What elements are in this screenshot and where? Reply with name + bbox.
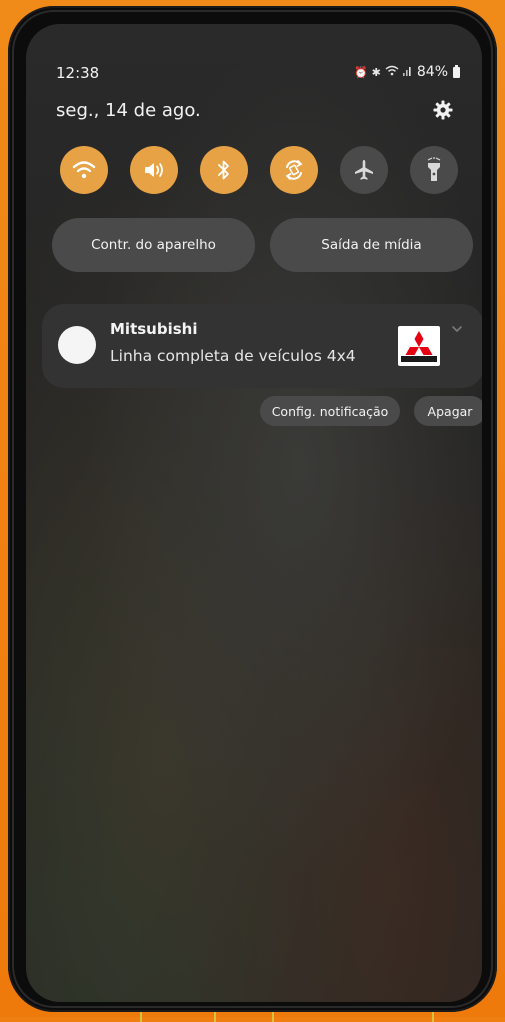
alarm-icon: ⏰ [353,65,368,79]
settings-gear-icon[interactable] [432,99,454,121]
bluetooth-icon: ✱ [371,65,381,79]
sound-toggle[interactable] [130,146,178,194]
bluetooth-icon [218,160,229,180]
flashlight-toggle[interactable] [410,146,458,194]
notification-card[interactable]: Mitsubishi Linha completa de veículos 4x… [42,304,482,388]
signal-icon [402,65,413,79]
wifi-icon [385,65,399,79]
app-icon [58,326,96,364]
wifi-toggle[interactable] [60,146,108,194]
status-time: 12:38 [56,64,100,82]
flashlight-icon [427,157,441,181]
status-icons: ⏰ ✱ 84% [354,64,460,80]
battery-percent: 84% [416,64,448,80]
media-output-button[interactable]: Saída de mídia [270,218,473,272]
airplane-mode-toggle[interactable] [340,146,388,194]
notification-panel: 12:38 ⏰ ✱ 84% seg., 14 de ago. Contr. do… [26,24,482,1002]
auto-rotate-toggle[interactable] [270,146,318,194]
wifi-icon [72,161,96,179]
quick-toggles [60,146,458,194]
clear-button[interactable]: Apagar [414,396,482,426]
notification-app-name: Mitsubishi [110,320,198,338]
chevron-down-icon[interactable] [450,324,464,334]
sound-icon [145,163,163,177]
bluetooth-toggle[interactable] [200,146,248,194]
notification-text: Linha completa de veículos 4x4 [110,347,356,365]
battery-icon [453,64,460,78]
device-control-button[interactable]: Contr. do aparelho [52,218,255,272]
date-text: seg., 14 de ago. [56,100,201,121]
airplane-icon [355,160,373,180]
notification-settings-button[interactable]: Config. notificação [260,396,400,426]
auto-rotate-icon [285,160,303,180]
mitsubishi-logo-icon [398,326,440,366]
